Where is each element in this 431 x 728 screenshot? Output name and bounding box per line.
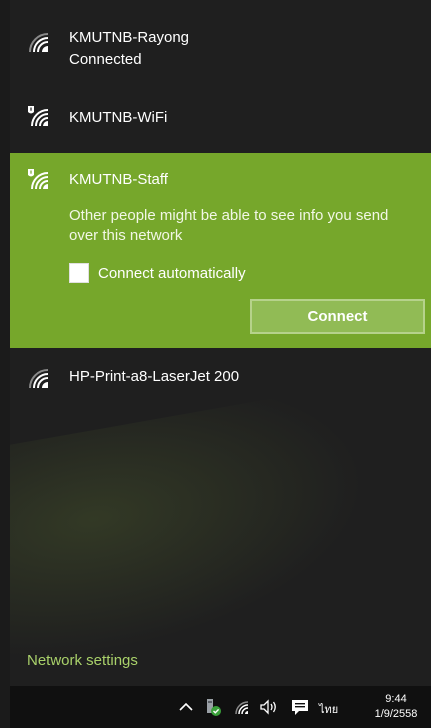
input-language-indicator[interactable]: ไทย xyxy=(319,700,338,718)
volume-speaker-icon[interactable] xyxy=(258,696,280,718)
network-item-hp-print[interactable]: HP-Print-a8-LaserJet 200 xyxy=(10,362,431,402)
wifi-secured-warning-icon xyxy=(28,169,49,190)
connect-button[interactable]: Connect xyxy=(250,299,425,334)
network-name: HP-Print-a8-LaserJet 200 xyxy=(69,368,240,385)
wifi-secured-warning-icon xyxy=(28,106,49,127)
wifi-signal-icon xyxy=(29,369,49,389)
security-shield-icon[interactable] xyxy=(203,696,223,718)
network-flyout: KMUTNB-Rayong Connected KMUTNB-WiFi KMUT… xyxy=(10,0,431,686)
clock[interactable]: 9:44 1/9/2558 xyxy=(366,692,426,722)
network-settings-link[interactable]: Network settings xyxy=(27,652,138,669)
network-name: KMUTNB-Rayong xyxy=(69,29,190,46)
connect-automatically-row[interactable]: Connect automatically xyxy=(69,262,246,284)
network-status: Connected xyxy=(69,51,142,68)
clock-time: 9:44 xyxy=(385,693,407,705)
network-name: KMUTNB-WiFi xyxy=(69,109,168,126)
wifi-tray-icon[interactable] xyxy=(232,696,254,718)
show-hidden-icons-chevron-up-icon[interactable] xyxy=(176,696,196,718)
wifi-signal-icon xyxy=(29,33,49,53)
connect-automatically-label: Connect automatically xyxy=(98,264,246,282)
action-center-message-icon[interactable] xyxy=(289,696,311,718)
network-item-kmutnb-staff[interactable]: KMUTNB-Staff Other people might be able … xyxy=(10,153,431,348)
clock-date: 1/9/2558 xyxy=(374,708,418,720)
taskbar: ไทย 9:44 1/9/2558 xyxy=(10,686,431,728)
security-warning-text: Other people might be able to see info y… xyxy=(69,207,389,244)
network-item-kmutnb-wifi[interactable]: KMUTNB-WiFi xyxy=(10,98,431,138)
network-name: KMUTNB-Staff xyxy=(69,171,168,188)
network-item-kmutnb-rayong[interactable]: KMUTNB-Rayong Connected xyxy=(10,18,431,78)
connect-automatically-checkbox[interactable] xyxy=(69,263,89,283)
